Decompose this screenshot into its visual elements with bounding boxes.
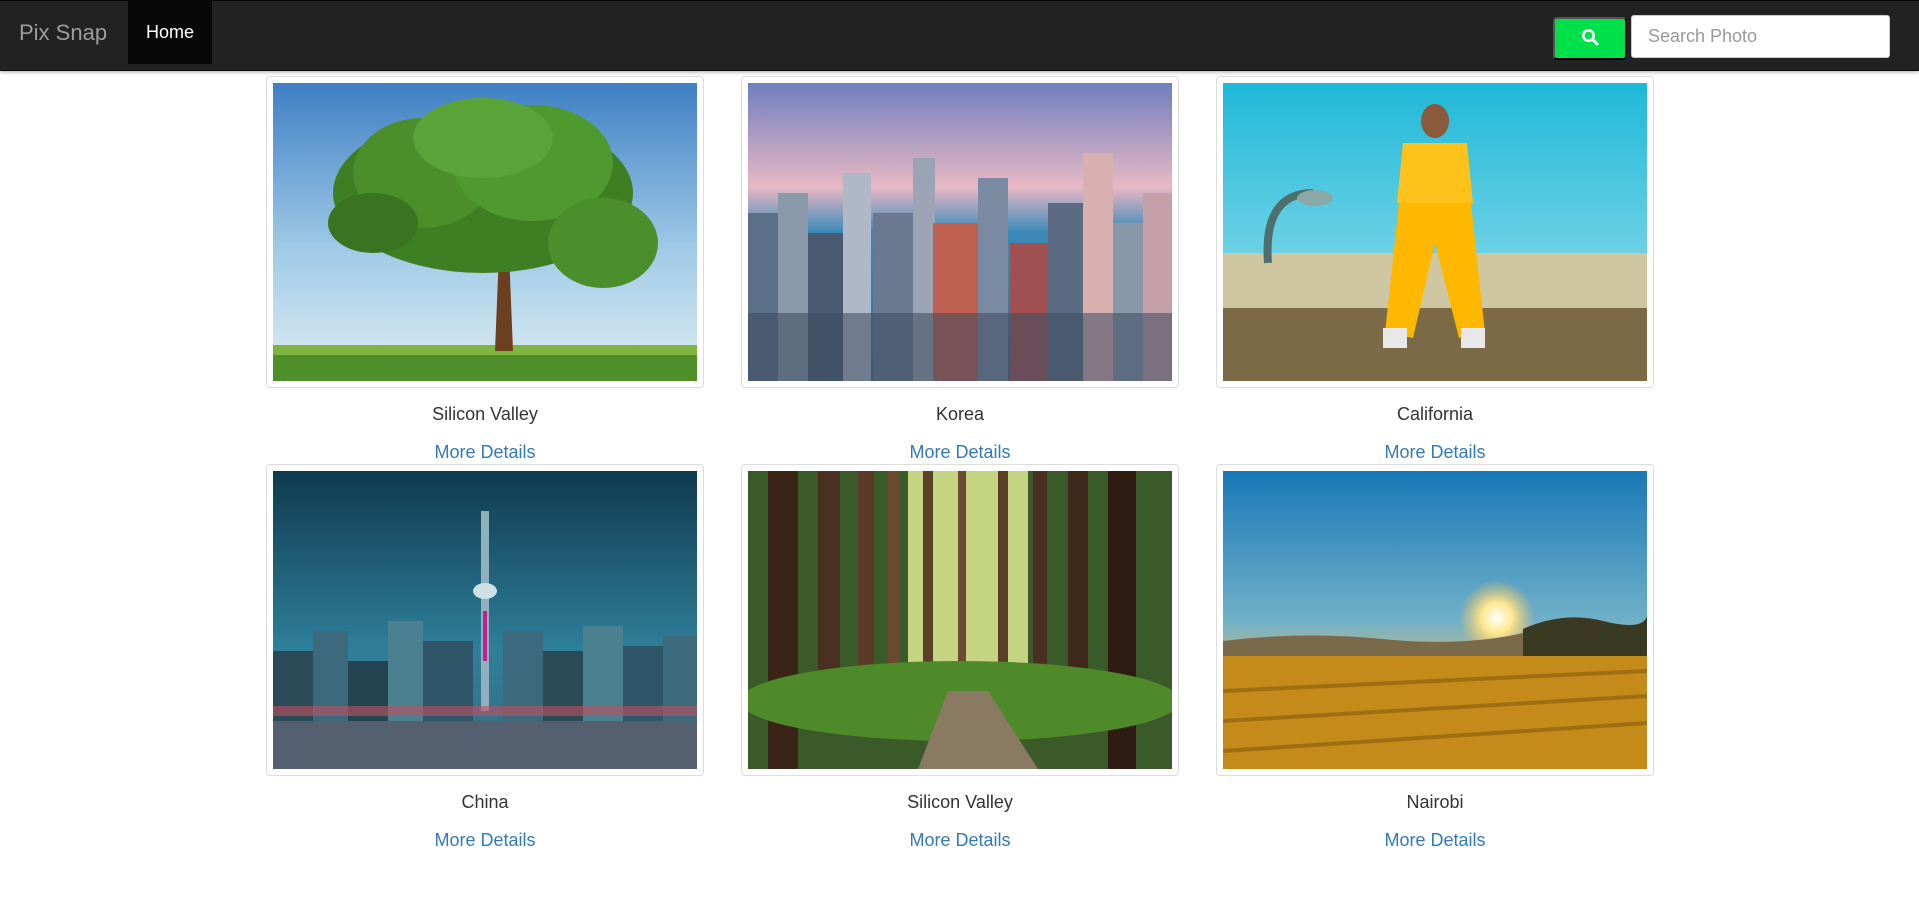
yellow-outfit-photo — [1223, 83, 1647, 381]
photo-card: Silicon Valley More Details — [266, 76, 704, 463]
more-details-link[interactable]: More Details — [1216, 829, 1654, 851]
photo-card: China More Details — [266, 464, 704, 851]
photo-card: Korea More Details — [741, 76, 1179, 463]
photo-thumbnail[interactable] — [741, 464, 1179, 776]
tower-skyline-photo — [273, 471, 697, 769]
photo-caption: Silicon Valley — [432, 404, 538, 424]
more-details-link[interactable]: More Details — [741, 441, 1179, 463]
tree-photo — [273, 83, 697, 381]
photo-caption: Nairobi — [1406, 792, 1464, 812]
search-button[interactable] — [1553, 17, 1627, 60]
photo-thumbnail[interactable] — [266, 464, 704, 776]
photo-caption: California — [1396, 404, 1474, 424]
photo-caption: Silicon Valley — [907, 792, 1013, 812]
photo-card: Nairobi More Details — [1216, 464, 1654, 851]
photo-thumbnail[interactable] — [1216, 464, 1654, 776]
nav-home-link[interactable]: Home — [128, 1, 212, 64]
photo-caption: China — [461, 792, 509, 812]
photo-thumbnail[interactable] — [741, 76, 1179, 388]
brand-logo[interactable]: Pix Snap — [19, 20, 107, 46]
more-details-link[interactable]: More Details — [741, 829, 1179, 851]
photo-thumbnail[interactable] — [1216, 76, 1654, 388]
more-details-link[interactable]: More Details — [1216, 441, 1654, 463]
photo-card: Silicon Valley More Details — [741, 464, 1179, 851]
photo-card: California More Details — [1216, 76, 1654, 463]
photo-caption: Korea — [935, 404, 985, 424]
city-skyline-photo — [748, 83, 1172, 381]
navbar: Pix Snap Home — [0, 0, 1919, 71]
search-input[interactable] — [1631, 15, 1890, 58]
more-details-link[interactable]: More Details — [266, 441, 704, 463]
forest-path-photo — [748, 471, 1172, 769]
search-icon — [1581, 28, 1599, 49]
more-details-link[interactable]: More Details — [266, 829, 704, 851]
sunset-field-photo — [1223, 471, 1647, 769]
photo-thumbnail[interactable] — [266, 76, 704, 388]
